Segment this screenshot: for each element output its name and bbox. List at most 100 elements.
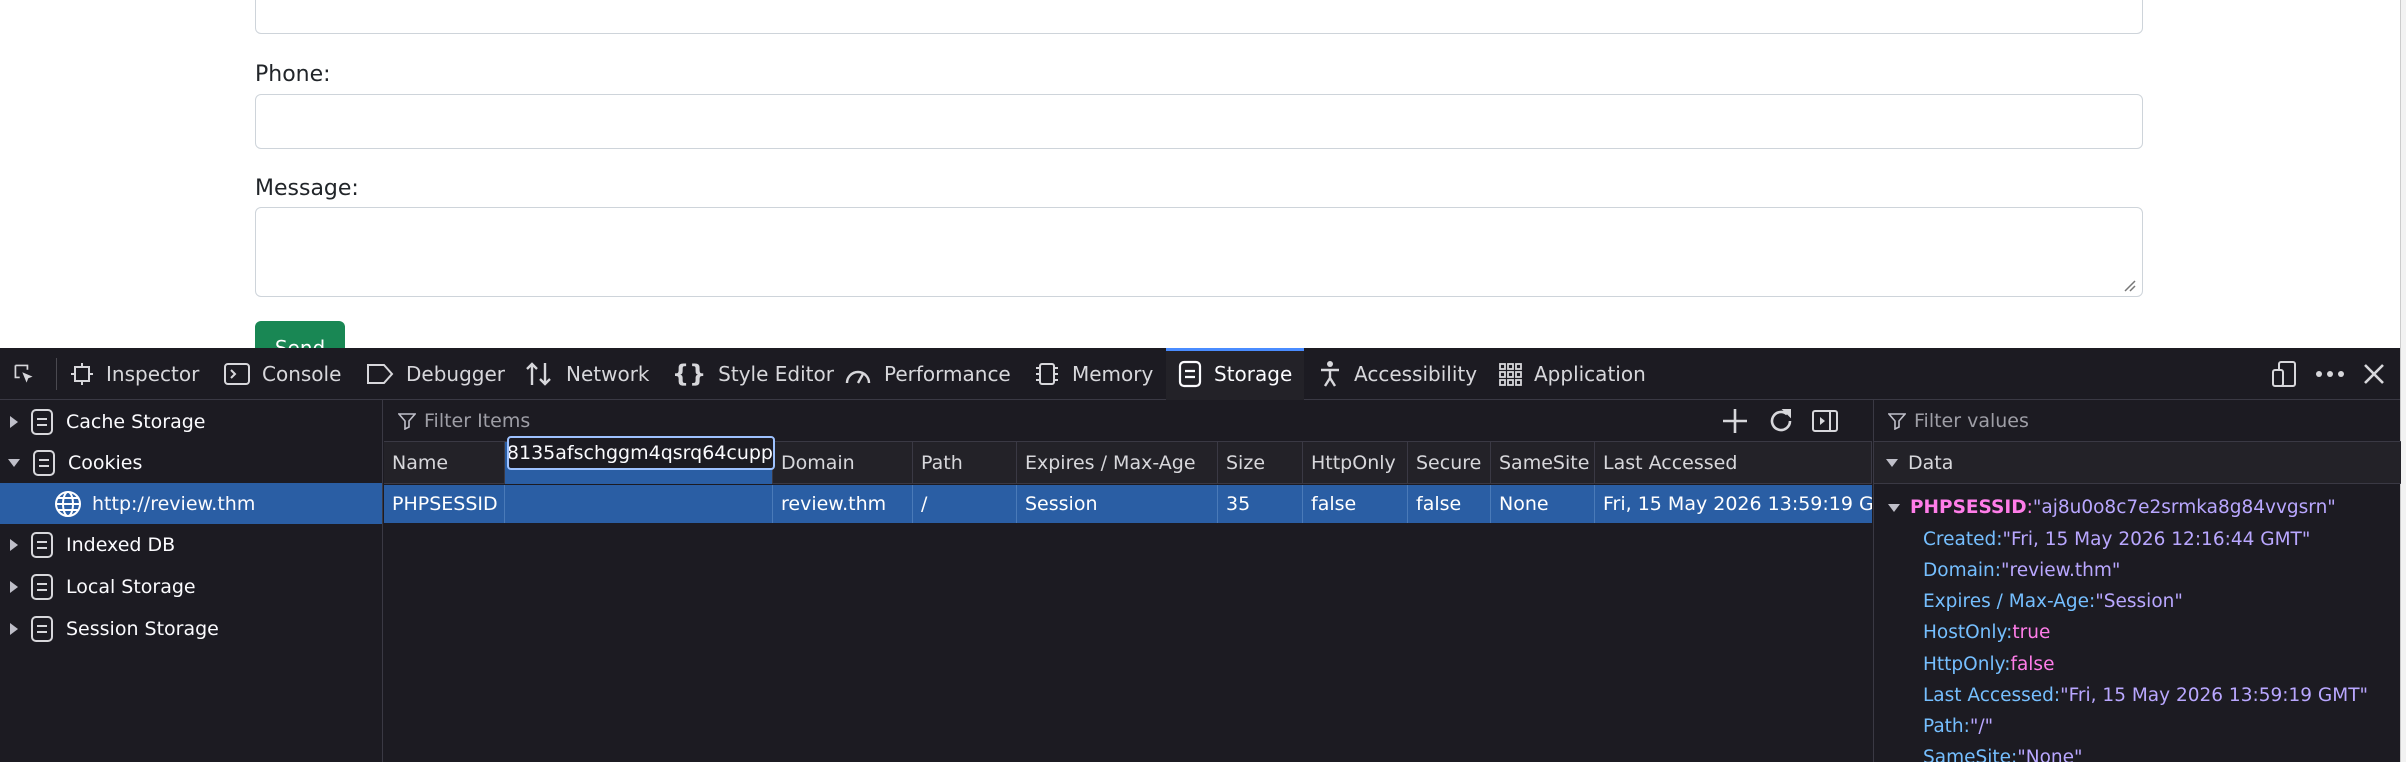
tree-item-review-thm[interactable]: http://review.thm — [0, 483, 382, 524]
prop-value: "/" — [1969, 716, 1994, 737]
phone-input[interactable] — [255, 94, 2143, 149]
cell-name[interactable]: PHPSESSID — [384, 485, 505, 523]
cell-path[interactable]: / — [913, 485, 1017, 523]
prop-value: "None" — [2017, 747, 2083, 762]
collapse-arrow-icon[interactable] — [8, 458, 20, 467]
column-header-expires[interactable]: Expires / Max-Age — [1017, 442, 1218, 484]
cell-expires[interactable]: Session — [1017, 485, 1218, 523]
tree-item-label: Session Storage — [66, 617, 219, 640]
performance-icon — [845, 370, 871, 384]
column-header-path[interactable]: Path — [913, 442, 1017, 484]
tab-inspector[interactable]: Inspector — [70, 348, 199, 400]
collapse-arrow-icon[interactable] — [1886, 458, 1898, 467]
screen: Phone: Message: Send Inspector Console D… — [0, 0, 2406, 762]
responsive-design-button[interactable] — [2266, 348, 2302, 400]
expand-arrow-icon[interactable] — [10, 622, 18, 635]
column-header-last-accessed[interactable]: Last Accessed — [1595, 442, 1872, 484]
cell-httponly[interactable]: false — [1303, 485, 1408, 523]
tab-accessibility-label: Accessibility — [1354, 362, 1478, 386]
close-icon — [2364, 364, 2384, 384]
prop-key: Last Accessed: — [1923, 685, 2061, 706]
data-prop-last-accessed[interactable]: Last Accessed:"Fri, 15 May 2026 13:59:19… — [1923, 685, 2368, 706]
tab-performance-label: Performance — [884, 362, 1011, 386]
message-textarea[interactable] — [255, 207, 2143, 297]
toggle-sidebar-button[interactable] — [1810, 406, 1840, 436]
storage-icon — [1178, 360, 1202, 388]
tab-console-label: Console — [262, 362, 342, 386]
tab-storage[interactable]: Storage — [1166, 348, 1305, 400]
tree-item-cache-storage[interactable]: Cache Storage — [0, 401, 382, 442]
tree-item-session-storage[interactable]: Session Storage — [0, 608, 382, 649]
expand-arrow-icon[interactable] — [10, 538, 18, 551]
column-header-secure[interactable]: Secure — [1408, 442, 1491, 484]
filter-values-bar — [1874, 400, 2401, 442]
responsive-design-icon — [2272, 361, 2296, 387]
cell-secure[interactable]: false — [1408, 485, 1491, 523]
expand-arrow-icon[interactable] — [10, 580, 18, 593]
tab-network-label: Network — [566, 362, 650, 386]
column-header-domain[interactable]: Domain — [773, 442, 913, 484]
tab-debugger-label: Debugger — [406, 362, 505, 386]
data-root-key: PHPSESSID — [1910, 497, 2027, 518]
refresh-button[interactable] — [1766, 406, 1796, 436]
tree-item-label: http://review.thm — [92, 492, 256, 515]
data-prop-hostonly[interactable]: HostOnly:true — [1923, 622, 2050, 643]
sidebar-toggle-icon — [1812, 410, 1838, 432]
data-prop-created[interactable]: Created:"Fri, 15 May 2026 12:16:44 GMT" — [1923, 529, 2310, 550]
globe-icon — [55, 490, 81, 517]
tab-memory[interactable]: Memory — [1034, 348, 1153, 400]
tab-performance[interactable]: Performance — [844, 348, 1011, 400]
column-header-size[interactable]: Size — [1218, 442, 1303, 484]
data-prop-domain[interactable]: Domain:"review.thm" — [1923, 560, 2120, 581]
prop-value: "review.thm" — [2001, 560, 2121, 581]
tab-application[interactable]: Application — [1498, 348, 1646, 400]
prop-key: SameSite: — [1923, 747, 2018, 762]
cell-value-editor[interactable]: ı1o8135afschggm4qsrq64cupp — [507, 436, 775, 470]
tab-style-editor[interactable]: {} Style Editor — [672, 348, 834, 400]
data-prop-expires[interactable]: Expires / Max-Age:"Session" — [1923, 591, 2183, 612]
tab-network[interactable]: Network — [524, 348, 650, 400]
tab-inspector-label: Inspector — [106, 362, 200, 386]
devtools-panel: Inspector Console Debugger Network {} St… — [0, 348, 2401, 762]
data-prop-httponly[interactable]: HttpOnly:false — [1923, 654, 2054, 675]
filter-values-input[interactable] — [1914, 404, 2384, 438]
tree-item-cookies[interactable]: Cookies — [0, 442, 382, 483]
send-button[interactable]: Send — [255, 321, 345, 348]
pick-element-button[interactable] — [12, 348, 48, 400]
tab-accessibility[interactable]: Accessibility — [1318, 348, 1477, 400]
column-header-httponly[interactable]: HttpOnly — [1303, 442, 1408, 484]
tree-item-local-storage[interactable]: Local Storage — [0, 566, 382, 607]
cell-samesite[interactable]: None — [1491, 485, 1595, 523]
cell-size[interactable]: 35 — [1218, 485, 1303, 523]
storage-icon — [31, 615, 53, 642]
data-root-value: "aj8u0o8c7e2srmka8g84vvgsrn" — [2032, 497, 2336, 518]
previous-input-field[interactable] — [255, 0, 2143, 34]
column-header-samesite[interactable]: SameSite — [1491, 442, 1595, 484]
tab-console[interactable]: Console — [224, 348, 341, 400]
data-header[interactable]: Data — [1874, 442, 2401, 484]
cell-domain[interactable]: review.thm — [773, 485, 913, 523]
data-prop-path[interactable]: Path:"/" — [1923, 716, 1993, 737]
data-prop-samesite[interactable]: SameSite:"None" — [1923, 747, 2083, 762]
filter-items-input[interactable] — [424, 404, 1424, 438]
expand-arrow-icon[interactable] — [10, 415, 18, 428]
collapse-arrow-icon[interactable] — [1888, 503, 1900, 512]
more-options-button[interactable] — [2310, 348, 2350, 400]
close-devtools-button[interactable] — [2356, 348, 2392, 400]
tab-debugger[interactable]: Debugger — [366, 348, 505, 400]
data-header-label: Data — [1908, 451, 1954, 474]
tree-item-indexed-db[interactable]: Indexed DB — [0, 524, 382, 565]
data-sidebar: Data PHPSESSID: "aj8u0o8c7e2srmka8g84vvg… — [1873, 400, 2401, 762]
prop-value: true — [2012, 622, 2051, 643]
column-header-name[interactable]: Name — [384, 442, 505, 484]
table-row[interactable]: PHPSESSID review.thm / Session 35 false … — [384, 485, 1872, 523]
application-icon — [1499, 363, 1522, 386]
cell-last-accessed[interactable]: Fri, 15 May 2026 13:59:19 GMT — [1595, 485, 1872, 523]
more-options-icon — [2316, 371, 2344, 377]
resize-handle-icon[interactable] — [2122, 278, 2136, 292]
cell-value-bg[interactable] — [505, 485, 773, 523]
add-item-button[interactable] — [1720, 406, 1750, 436]
prop-key: Expires / Max-Age: — [1923, 591, 2096, 612]
accessibility-icon — [1321, 361, 1339, 387]
data-root-entry[interactable]: PHPSESSID: "aj8u0o8c7e2srmka8g84vvgsrn" — [1888, 497, 2336, 518]
